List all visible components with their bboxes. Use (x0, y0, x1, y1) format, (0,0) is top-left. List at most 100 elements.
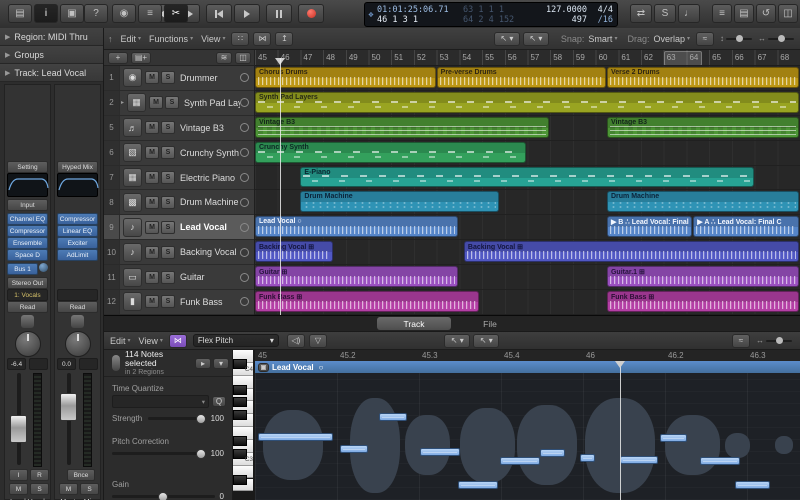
region-inspector-header[interactable]: ▶ Region: MIDI Thru (0, 28, 103, 46)
pan-knob[interactable] (15, 331, 41, 357)
group-slot[interactable] (57, 289, 98, 301)
plugin-slot[interactable]: Compressor (57, 213, 98, 225)
flex-pitch-note[interactable] (620, 456, 658, 464)
horizontal-zoom-slider[interactable] (768, 38, 794, 40)
region-vintage-b3[interactable]: Vintage B3 (607, 117, 799, 138)
functions-menu[interactable]: Functions▾ (149, 34, 193, 44)
command-click-tool-menu[interactable]: ↖ ▾ (523, 32, 549, 46)
mute-button[interactable]: M (149, 96, 163, 109)
automation-button[interactable]: Read (57, 301, 98, 313)
region-e-piano[interactable]: E-Piano (300, 167, 753, 188)
flex-mode-select[interactable]: Flex Pitch▾ (193, 334, 279, 347)
more-button[interactable]: ▾ (213, 358, 229, 369)
region-backing-vocal[interactable]: Backing Vocal ⊞ (464, 241, 799, 262)
editor-playhead-line[interactable] (620, 361, 621, 500)
solo-button[interactable]: S (161, 196, 175, 209)
editor-tab-file[interactable]: File (453, 317, 527, 330)
editor-edit-menu[interactable]: Edit▾ (110, 336, 131, 346)
waveform-zoom-button[interactable]: ≈ (696, 32, 714, 46)
track-header-synth-pad-layers[interactable]: 2▸▦MSSynth Pad Layers (104, 91, 254, 116)
solo-button[interactable]: S (30, 483, 49, 495)
track-header-crunchy-synth[interactable]: 6▧MSCrunchy Synth (104, 141, 254, 166)
pan-knob[interactable] (65, 331, 91, 357)
solo-button[interactable]: S (80, 483, 99, 495)
region-vintage-b3[interactable]: Vintage B3 (255, 117, 549, 138)
cycle-button[interactable]: ⇄ (630, 4, 652, 23)
plugin-slot[interactable]: Ensemble (7, 237, 48, 249)
flex-pitch-note[interactable] (735, 481, 770, 489)
track-lane-backing-vocal[interactable]: Backing Vocal ⊞Backing Vocal ⊞ (255, 240, 800, 265)
region-drum-machine[interactable]: Drum Machine (300, 191, 499, 212)
solo-button[interactable]: S (161, 295, 175, 308)
plugin-slot[interactable]: Space D (7, 249, 48, 261)
track-lane-lead-vocal[interactable]: Lead Vocal ○▶ B ∴ Lead Vocal: Final Co▶ … (255, 215, 800, 240)
piano-key-black[interactable] (233, 475, 247, 485)
track-lane-crunchy-synth[interactable]: Crunchy Synth (255, 141, 800, 166)
send-knob[interactable] (39, 263, 48, 272)
flex-pitch-note[interactable] (500, 457, 540, 465)
track-header-electric-piano[interactable]: 7▦MSElectric Piano (104, 166, 254, 191)
flex-pitch-note[interactable] (700, 457, 740, 465)
groups-inspector-header[interactable]: ▶ Groups (0, 46, 103, 64)
solo-button[interactable]: S (161, 221, 175, 234)
track-header-drummer[interactable]: 1◉MSDrummer (104, 66, 254, 91)
slider-thumb[interactable] (776, 337, 783, 344)
piano-key-black[interactable] (233, 410, 247, 420)
stack-disclosure-icon[interactable]: ▸ (121, 99, 124, 106)
track-lane-drummer[interactable]: Chorus DrumsPre-verse DrumsVerse 2 Drums (255, 66, 800, 91)
quick-help-button[interactable]: ? (84, 4, 108, 23)
group-slot[interactable]: 1: Vocals (7, 289, 48, 301)
mute-button[interactable]: M (145, 121, 159, 134)
flex-pitch-note[interactable] (258, 433, 333, 441)
pitch-correction-slider[interactable] (112, 452, 206, 455)
slider-thumb[interactable] (778, 35, 785, 42)
snap-select[interactable]: Smart▾ (588, 34, 617, 44)
vertical-zoom-slider[interactable] (726, 38, 752, 40)
list-editors-button[interactable]: ≡ (712, 4, 732, 23)
region-crunchy-synth[interactable]: Crunchy Synth (255, 142, 526, 163)
add-track-button[interactable]: + (108, 52, 128, 64)
midi-in-button[interactable]: ▽ (309, 334, 327, 348)
output-slot[interactable]: Stereo Out (7, 277, 48, 289)
solo-button[interactable]: S (161, 121, 175, 134)
region-funk-bass[interactable]: Funk Bass ⊞ (607, 291, 799, 312)
send-slot[interactable]: Bus 1 (7, 263, 38, 275)
input-monitor-dot[interactable] (240, 273, 249, 282)
automation-button[interactable]: Read (7, 301, 48, 313)
flex-pitch-note[interactable] (660, 434, 687, 442)
flex-button[interactable]: ⋈ (253, 32, 271, 46)
library-button[interactable]: ▤ (8, 4, 32, 23)
synth-icon[interactable]: ▧ (123, 143, 142, 162)
track-header-drum-machine[interactable]: 8▩MSDrum Machine (104, 190, 254, 215)
region-collapse-button[interactable]: ▣ (258, 363, 269, 372)
editor-playhead-marker[interactable] (615, 361, 625, 368)
time-quantize-select[interactable]: ▾ (112, 395, 209, 408)
mute-button[interactable]: M (145, 246, 159, 259)
editor-horizontal-zoom-slider[interactable] (766, 340, 792, 342)
track-sort-button[interactable]: ≋ (216, 52, 232, 64)
go-to-beginning-button[interactable] (206, 4, 232, 23)
input-monitor-dot[interactable] (240, 148, 249, 157)
piano-key-black[interactable] (233, 397, 247, 407)
input-monitor-dot[interactable] (240, 173, 249, 182)
note-pads-button[interactable]: ▤ (734, 4, 754, 23)
volume-readout[interactable]: -6.4 (7, 358, 26, 370)
solo-button[interactable]: S (161, 146, 175, 159)
media-browser-button[interactable]: ◫ (778, 4, 798, 23)
track-zoom-button[interactable]: ◫ (235, 52, 251, 64)
slider-thumb[interactable] (736, 35, 743, 42)
mute-button[interactable]: M (59, 483, 78, 495)
edit-menu[interactable]: Edit▾ (121, 34, 142, 44)
fader-cap[interactable] (60, 393, 77, 421)
bounce-button[interactable]: Bnce (67, 469, 95, 481)
mute-button[interactable]: M (145, 71, 159, 84)
play-button[interactable] (234, 4, 260, 23)
flex-pitch-note[interactable] (540, 449, 565, 457)
flex-pitch-note[interactable] (379, 413, 407, 421)
volume-readout[interactable]: 0.0 (57, 358, 76, 370)
slider-thumb[interactable] (196, 414, 206, 424)
mute-button[interactable]: M (145, 146, 159, 159)
region-pre-verse-drums[interactable]: Pre-verse Drums (437, 67, 606, 88)
flex-pitch-note[interactable] (458, 481, 498, 489)
eq-thumbnail[interactable] (57, 173, 98, 197)
